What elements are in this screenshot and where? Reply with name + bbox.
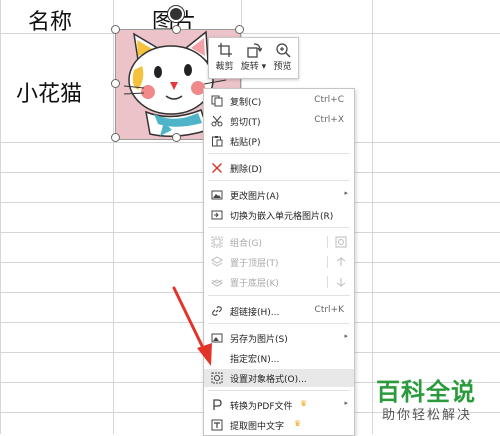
hyperlink-shortcut: Ctrl+K xyxy=(314,305,344,315)
group-split-icon xyxy=(335,236,347,248)
menu-item-extract-text[interactable]: 提取图中文字 ♛ xyxy=(204,416,354,434)
convert-pdf-label: 转换为PDF文件 xyxy=(230,402,293,412)
paste-label: 粘贴(P) xyxy=(230,138,261,148)
cut-shortcut: Ctrl+X xyxy=(314,115,344,125)
submenu-arrow-icon: ▸ xyxy=(344,189,348,197)
embed-cell-icon xyxy=(211,210,223,220)
copy-icon xyxy=(211,95,223,107)
format-object-label: 设置对象格式(O)... xyxy=(230,375,307,385)
preview-label: 预览 xyxy=(273,62,292,72)
menu-item-convert-pdf[interactable]: 转换为PDF文件 ♛ ▸ xyxy=(204,396,354,414)
send-backward-icon xyxy=(336,278,346,287)
column-border xyxy=(113,0,114,434)
scissors-icon xyxy=(211,115,223,127)
switch-embed-label: 切换为嵌入单元格图片(R) xyxy=(230,212,334,222)
change-picture-label: 更改图片(A) xyxy=(230,192,280,202)
submenu-arrow-icon: ▸ xyxy=(344,399,348,407)
bring-top-label: 置于顶层(T) xyxy=(230,259,279,269)
menu-item-paste[interactable]: 粘贴(P) xyxy=(204,132,354,150)
context-menu: 复制(C) Ctrl+C 剪切(T) Ctrl+X 粘贴(P) 删除(D) 更改… xyxy=(203,88,355,436)
menu-separator xyxy=(208,295,350,296)
menu-separator xyxy=(208,180,350,181)
row-border xyxy=(0,33,500,34)
paste-icon xyxy=(212,136,223,147)
cell-cat-name[interactable]: 小花猫 xyxy=(16,76,82,108)
change-picture-icon xyxy=(211,190,223,200)
header-cell-name[interactable]: 名称 xyxy=(28,4,72,36)
layers-up-icon xyxy=(211,256,223,267)
extract-text-label: 提取图中文字 xyxy=(230,422,285,432)
resize-handle-bottom-left[interactable] xyxy=(111,133,120,142)
resize-handle-bottom[interactable] xyxy=(172,133,181,142)
layers-down-icon xyxy=(211,279,223,287)
resize-handle-top-left[interactable] xyxy=(111,25,120,34)
watermark-title: 百科全说 xyxy=(376,378,476,406)
crop-icon xyxy=(217,43,232,57)
save-as-picture-label: 另存为图片(S) xyxy=(230,335,288,345)
picture-mini-toolbar: 裁剪 旋转 ▾ 预览 xyxy=(208,37,299,79)
rotate-button[interactable]: 旋转 ▾ xyxy=(239,40,268,76)
menu-item-group[interactable]: 组合(G) xyxy=(204,233,354,251)
copy-label: 复制(C) xyxy=(230,98,262,108)
menu-item-cut[interactable]: 剪切(T) Ctrl+X xyxy=(204,112,354,130)
send-bottom-label: 置于底层(K) xyxy=(230,279,279,289)
resize-handle-top[interactable] xyxy=(172,25,181,34)
menu-item-assign-macro[interactable]: 指定宏(N)... xyxy=(204,349,354,367)
hyperlink-label: 超链接(H)... xyxy=(230,308,280,318)
premium-crown-icon: ♛ xyxy=(294,419,302,428)
delete-x-icon xyxy=(212,163,222,173)
watermark-logo: 百科全说 助你轻松解决 xyxy=(374,370,500,434)
menu-item-format-object[interactable]: 设置对象格式(O)... xyxy=(204,369,354,387)
rotate-icon xyxy=(246,43,262,58)
zoom-preview-icon xyxy=(275,43,291,58)
crop-button[interactable]: 裁剪 xyxy=(210,40,239,76)
pdf-icon xyxy=(213,399,222,410)
preview-button[interactable]: 预览 xyxy=(268,40,297,76)
menu-divider xyxy=(327,276,328,288)
menu-item-change-picture[interactable]: 更改图片(A) ▸ xyxy=(204,186,354,204)
menu-item-hyperlink[interactable]: 超链接(H)... Ctrl+K xyxy=(204,302,354,320)
resize-handle-top-right[interactable] xyxy=(235,25,244,34)
group-icon xyxy=(211,236,223,248)
menu-separator xyxy=(208,153,350,154)
submenu-arrow-icon: ▸ xyxy=(344,332,348,340)
link-icon xyxy=(212,306,222,316)
column-border xyxy=(372,0,373,434)
premium-crown-icon: ♛ xyxy=(300,399,308,408)
assign-macro-label: 指定宏(N)... xyxy=(230,355,280,365)
delete-label: 删除(D) xyxy=(230,165,262,175)
group-label: 组合(G) xyxy=(230,239,262,249)
menu-separator xyxy=(208,390,350,391)
bring-forward-icon xyxy=(336,257,346,266)
menu-item-send-bottom[interactable]: 置于底层(K) xyxy=(204,273,354,291)
menu-separator xyxy=(208,323,350,324)
menu-divider xyxy=(327,236,328,248)
resize-handle-left[interactable] xyxy=(111,79,120,88)
rotate-handle[interactable] xyxy=(168,6,184,22)
watermark-subtitle: 助你轻松解决 xyxy=(382,408,473,423)
crop-label: 裁剪 xyxy=(215,62,234,72)
column-border xyxy=(0,0,1,434)
ocr-text-icon xyxy=(211,419,223,431)
menu-item-bring-top[interactable]: 置于顶层(T) xyxy=(204,253,354,271)
copy-shortcut: Ctrl+C xyxy=(314,95,344,105)
cut-label: 剪切(T) xyxy=(230,118,261,128)
menu-divider xyxy=(327,256,328,268)
rotate-label: 旋转 ▾ xyxy=(240,62,267,72)
menu-item-switch-embed[interactable]: 切换为嵌入单元格图片(R) xyxy=(204,206,354,224)
menu-item-copy[interactable]: 复制(C) Ctrl+C xyxy=(204,92,354,110)
menu-item-save-as-picture[interactable]: 另存为图片(S) ▸ xyxy=(204,329,354,347)
menu-item-delete[interactable]: 删除(D) xyxy=(204,159,354,177)
menu-separator xyxy=(208,227,350,228)
format-object-icon xyxy=(211,372,223,384)
save-picture-icon xyxy=(211,333,223,343)
